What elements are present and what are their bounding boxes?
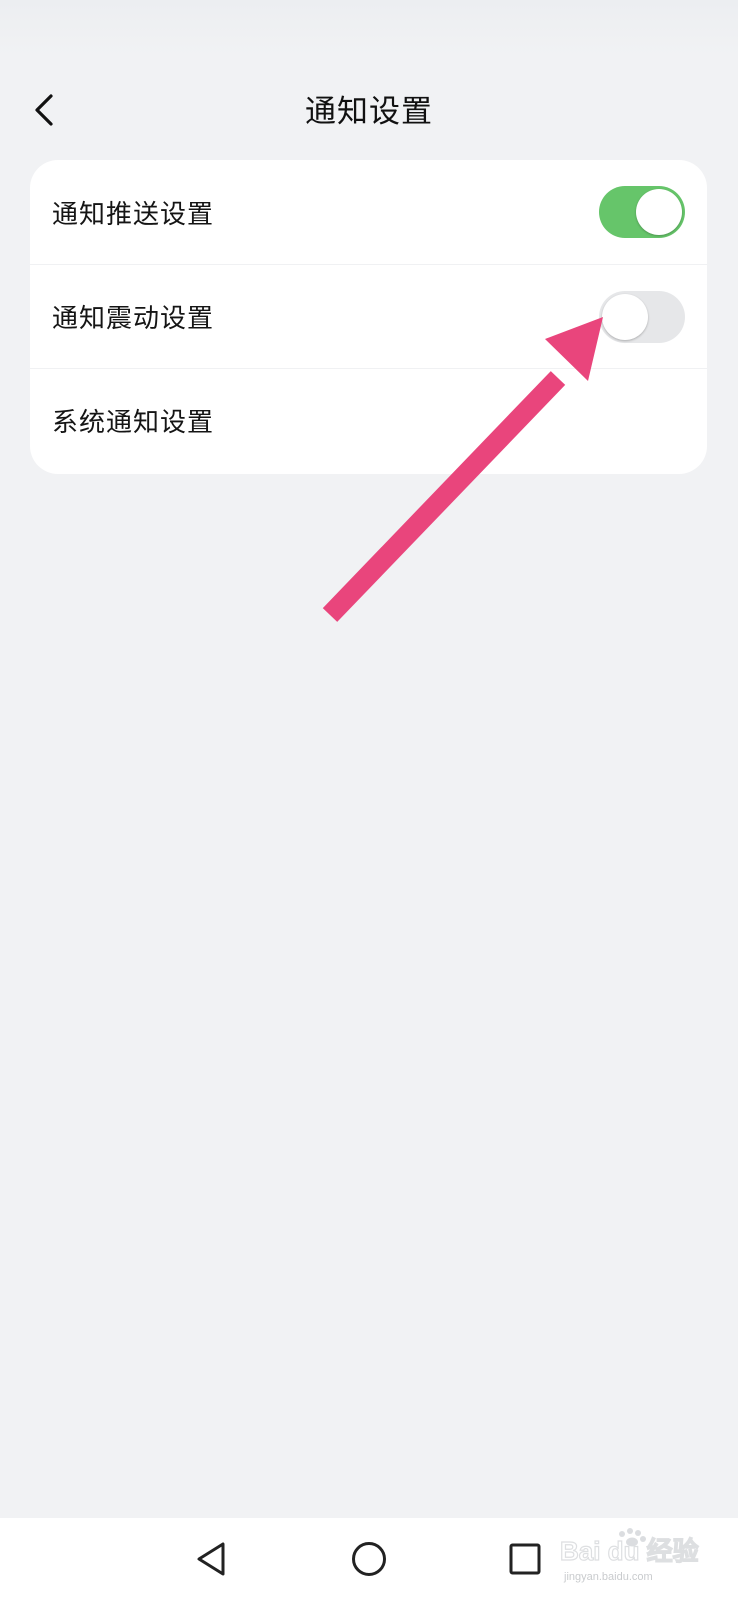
svg-text:Bai du 经验: Bai du 经验	[560, 1536, 699, 1566]
settings-card: 通知推送设置 通知震动设置 系统通知设置	[30, 160, 707, 474]
nav-home-button[interactable]	[344, 1534, 394, 1584]
page-title: 通知设置	[305, 94, 433, 130]
row-label-push: 通知推送设置	[52, 199, 215, 230]
nav-recents-button[interactable]	[500, 1534, 550, 1584]
row-label-vibration: 通知震动设置	[52, 304, 215, 334]
status-bar	[0, 0, 738, 56]
settings-row-push: 通知推送设置	[30, 160, 707, 264]
toggle-knob	[636, 189, 682, 235]
row-label-system: 系统通知设置	[52, 408, 215, 438]
header: 通知设置	[0, 70, 738, 154]
vibration-toggle[interactable]	[599, 290, 685, 343]
svg-text:jingyan.baidu.com: jingyan.baidu.com	[563, 1571, 653, 1583]
nav-back-button[interactable]	[186, 1534, 236, 1584]
home-circle-icon	[350, 1540, 388, 1578]
baidu-watermark: Bai du 经验 jingyan.baidu.com	[560, 1526, 730, 1586]
recents-square-icon	[508, 1542, 542, 1576]
settings-row-system[interactable]: 系统通知设置	[30, 368, 707, 472]
push-toggle[interactable]	[599, 186, 685, 238]
settings-row-vibration: 通知震动设置	[30, 264, 707, 368]
toggle-knob	[602, 293, 648, 340]
back-triangle-icon	[193, 1539, 229, 1579]
